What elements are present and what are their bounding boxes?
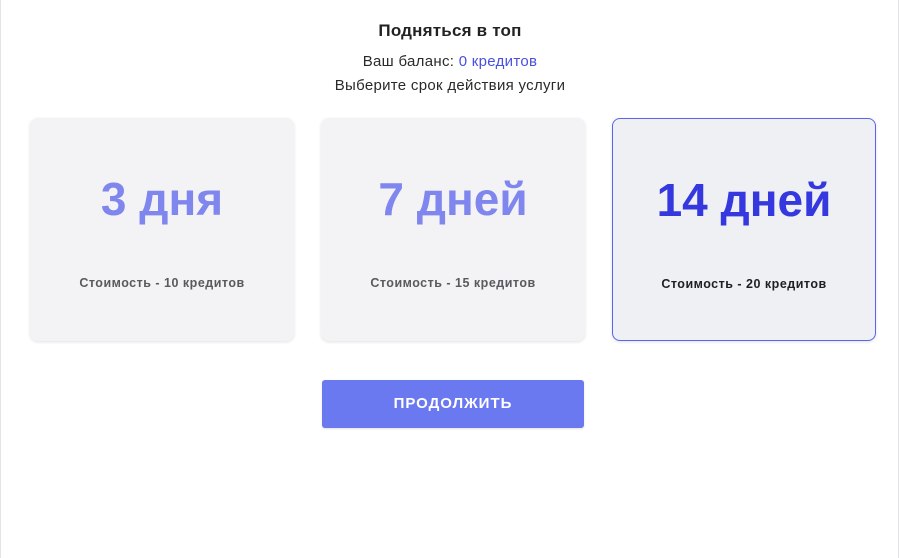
balance-label: Ваш баланс: — [362, 53, 459, 70]
page-title: Подняться в топ — [378, 21, 522, 40]
period-label: 7 дней — [378, 173, 528, 225]
period-label: 3 дня — [100, 173, 224, 225]
period-prompt: Выберите срок действия услуги — [334, 77, 566, 94]
price-label: Стоимость - 20 кредитов — [661, 277, 827, 291]
period-option-7-days[interactable]: 7 дней Стоимость - 15 кредитов — [321, 118, 585, 341]
period-label: 14 дней — [656, 174, 832, 226]
period-option-3-days[interactable]: 3 дня Стоимость - 10 кредитов — [30, 118, 294, 341]
balance-value: 0 кредитов — [458, 53, 538, 70]
price-label: Стоимость - 10 кредитов — [79, 276, 245, 290]
period-option-14-days[interactable]: 14 дней Стоимость - 20 кредитов — [612, 118, 876, 341]
balance-line: Ваш баланс: 0 кредитов — [0, 53, 900, 70]
continue-button[interactable]: ПРОДОЛЖИТЬ — [322, 380, 584, 428]
price-label: Стоимость - 15 кредитов — [370, 276, 536, 290]
